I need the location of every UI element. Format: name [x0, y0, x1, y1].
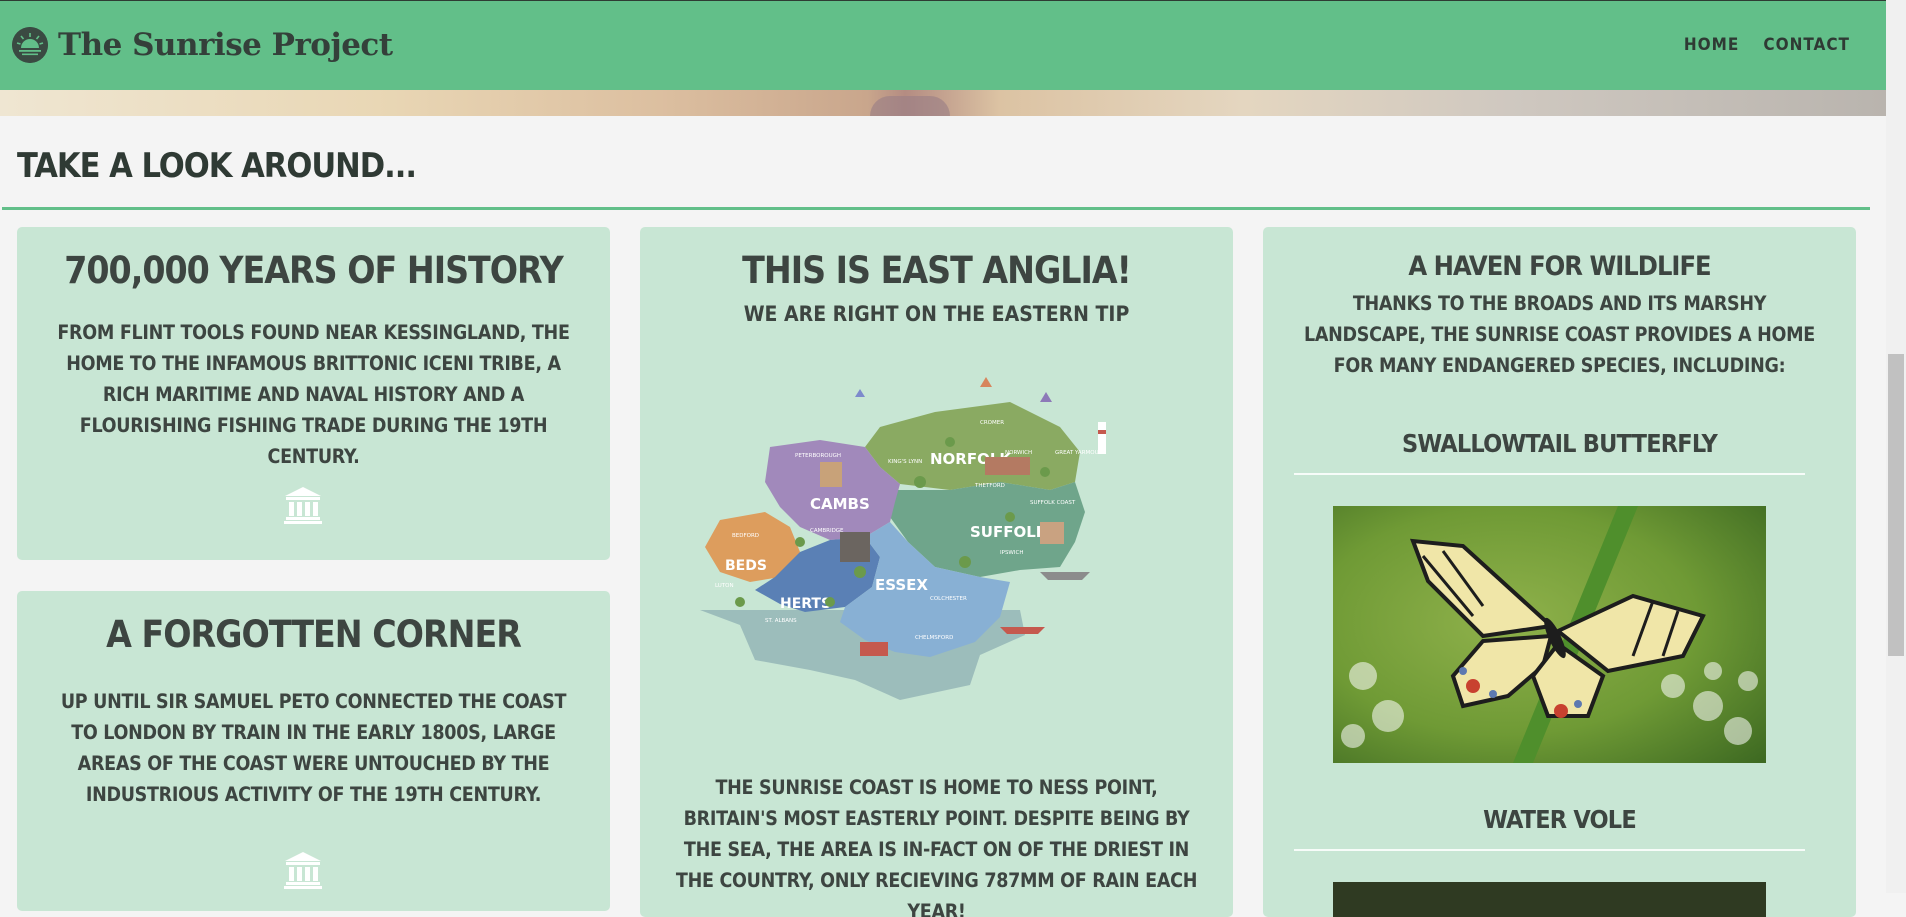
map-label-beds: BEDS	[725, 558, 767, 574]
east-anglia-map: NORFOLK SUFFOLK CAMBS BEDS HERTS ESSEX P…	[700, 377, 1106, 700]
card-history-title: 700,000 YEARS OF HISTORY	[64, 249, 564, 292]
card-wildlife: A HAVEN FOR WILDLIFE THANKS TO THE BROAD…	[1263, 227, 1856, 917]
species-2-name: WATER VOLE	[1483, 805, 1637, 834]
card-forgotten-corner: A FORGOTTEN CORNER UP UNTIL SIR SAMUEL P…	[17, 591, 610, 911]
card-anglia-subtitle: WE ARE RIGHT ON THE EASTERN TIP	[743, 302, 1130, 326]
species-2-divider	[1294, 849, 1805, 851]
nav-links: HOME CONTACT	[1684, 35, 1850, 55]
map-place-bedford: BEDFORD	[732, 533, 759, 539]
species-1-name: SWALLOWTAIL BUTTERFLY	[1402, 429, 1718, 458]
bank-icon	[284, 487, 322, 524]
species-1-divider	[1294, 473, 1805, 475]
map-place-luton: LUTON	[715, 583, 734, 589]
nav-home-link[interactable]: HOME	[1684, 35, 1739, 55]
card-corner-title: A FORGOTTEN CORNER	[106, 613, 522, 656]
map-label-cambs: CAMBS	[810, 495, 870, 513]
map-place-cromer: CROMER	[980, 420, 1004, 426]
map-place-st-albans: ST. ALBANS	[765, 618, 797, 624]
card-anglia-text: THE SUNRISE COAST IS HOME TO NESS POINT,…	[675, 776, 1198, 917]
brand-name: The Sunrise Project	[58, 27, 393, 63]
map-place-thetford: THETFORD	[974, 483, 1005, 489]
map-label-suffolk: SUFFOLK	[970, 523, 1049, 541]
map-place-kings-lynn: KING'S LYNN	[888, 459, 922, 465]
brand[interactable]: The Sunrise Project	[12, 27, 393, 63]
navbar: The Sunrise Project HOME CONTACT	[0, 0, 1886, 90]
sunrise-logo-icon	[12, 27, 48, 63]
card-east-anglia: THIS IS EAST ANGLIA! WE ARE RIGHT ON THE…	[640, 227, 1233, 917]
card-history: 700,000 YEARS OF HISTORY FROM FLINT TOOL…	[17, 227, 610, 560]
map-label-herts: HERTS	[780, 596, 831, 612]
swallowtail-butterfly-photo	[1333, 506, 1766, 763]
card-history-text: FROM FLINT TOOLS FOUND NEAR KESSINGLAND,…	[57, 321, 570, 468]
water-vole-photo	[1333, 882, 1766, 917]
section-divider	[2, 207, 1870, 210]
card-corner-text: UP UNTIL SIR SAMUEL PETO CONNECTED THE C…	[60, 690, 567, 806]
section-title: TAKE A LOOK AROUND...	[17, 146, 417, 186]
map-place-norwich: NORWICH	[1005, 450, 1032, 456]
map-place-colchester: COLCHESTER	[930, 596, 967, 602]
map-place-suffolk-coast: SUFFOLK COAST	[1030, 500, 1076, 506]
map-place-ipswich: IPSWICH	[1000, 550, 1023, 556]
map-place-cambridge: CAMBRIDGE	[810, 528, 844, 534]
card-anglia-title: THIS IS EAST ANGLIA!	[742, 249, 1132, 292]
bank-icon	[284, 852, 322, 889]
scrollbar-thumb[interactable]	[1888, 354, 1904, 656]
nav-contact-link[interactable]: CONTACT	[1763, 35, 1850, 55]
map-label-essex: ESSEX	[875, 576, 928, 594]
map-place-peterborough: PETERBOROUGH	[795, 453, 841, 459]
card-wildlife-title: A HAVEN FOR WILDLIFE	[1408, 251, 1711, 282]
card-wildlife-text: THANKS TO THE BROADS AND ITS MARSHY LAND…	[1304, 292, 1815, 377]
map-place-chelmsford: CHELMSFORD	[915, 635, 953, 641]
hero-image-strip	[0, 90, 1886, 116]
